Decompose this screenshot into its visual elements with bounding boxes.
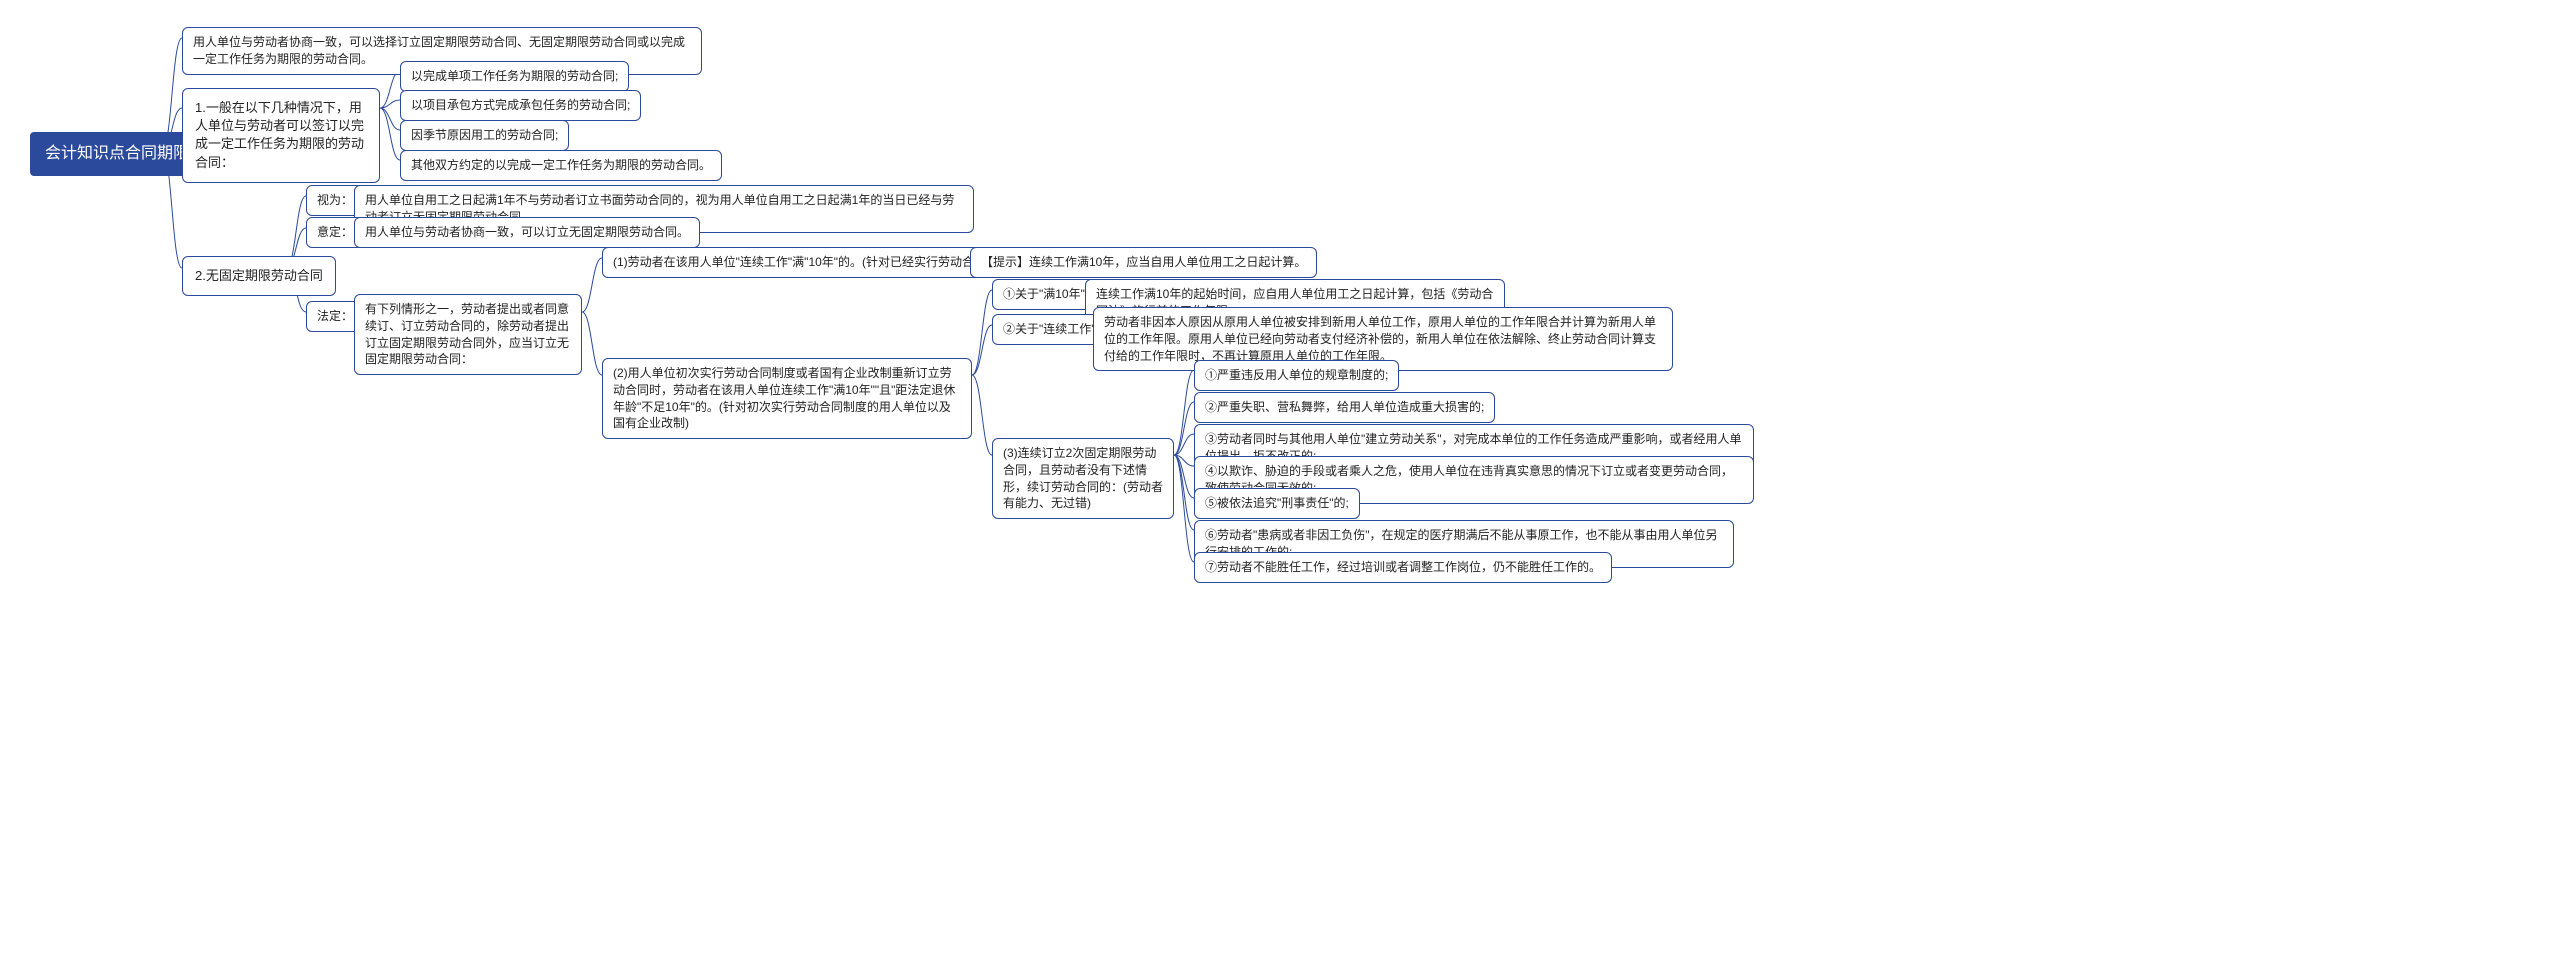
fd2b-text: 劳动者非因本人原因从原用人单位被安排到新用人单位工作，原用人单位的工作年限合并计… — [1104, 314, 1662, 364]
yueding-text: 用人单位与劳动者协商一致，可以订立无固定期限劳动合同。 — [365, 224, 689, 241]
fd3-2-node[interactable]: ②严重失职、营私舞弊，给用人单位造成重大损害的; — [1194, 392, 1495, 423]
fd1-tip-text: 【提示】连续工作满10年，应当自用人单位用工之日起计算。 — [981, 254, 1306, 271]
fd3-text: (3)连续订立2次固定期限劳动合同，且劳动者没有下述情形，续订劳动合同的：(劳动… — [1003, 445, 1163, 512]
fd3-node[interactable]: (3)连续订立2次固定期限劳动合同，且劳动者没有下述情形，续订劳动合同的：(劳动… — [992, 438, 1174, 519]
b1-c3-node[interactable]: 因季节原因用工的劳动合同; — [400, 120, 569, 151]
fd2-text: (2)用人单位初次实行劳动合同制度或者国有企业改制重新订立劳动合同时，劳动者在该… — [613, 365, 961, 432]
fd3-5-node[interactable]: ⑤被依法追究"刑事责任"的; — [1194, 488, 1360, 519]
root-label: 会计知识点合同期限 — [45, 143, 189, 165]
shiwei-label: 视为： — [317, 192, 353, 209]
fd3-7-node[interactable]: ⑦劳动者不能胜任工作，经过培训或者调整工作岗位，仍不能胜任工作的。 — [1194, 552, 1612, 583]
yueding-text-node[interactable]: 用人单位与劳动者协商一致，可以订立无固定期限劳动合同。 — [354, 217, 700, 248]
fd3-5-text: ⑤被依法追究"刑事责任"的; — [1205, 495, 1349, 512]
fading-label: 法定： — [317, 308, 353, 325]
b1-c1-node[interactable]: 以完成单项工作任务为期限的劳动合同; — [400, 61, 629, 92]
fading-text-node[interactable]: 有下列情形之一，劳动者提出或者同意续订、订立劳动合同的，除劳动者提出订立固定期限… — [354, 294, 582, 375]
fd2b-label: ②关于"连续工作"： — [1003, 321, 1108, 338]
fading-text: 有下列情形之一，劳动者提出或者同意续订、订立劳动合同的，除劳动者提出订立固定期限… — [365, 301, 571, 368]
root-node[interactable]: 会计知识点合同期限 — [30, 132, 204, 176]
fd3-1-text: ①严重违反用人单位的规章制度的; — [1205, 367, 1388, 384]
b1-c2-text: 以项目承包方式完成承包任务的劳动合同; — [411, 97, 630, 114]
b1-c4-node[interactable]: 其他双方约定的以完成一定工作任务为期限的劳动合同。 — [400, 150, 722, 181]
fd3-1-node[interactable]: ①严重违反用人单位的规章制度的; — [1194, 360, 1399, 391]
b1-title-node[interactable]: 1.一般在以下几种情况下，用人单位与劳动者可以签订以完成一定工作任务为期限的劳动… — [182, 88, 380, 183]
fd1-tip-node[interactable]: 【提示】连续工作满10年，应当自用人单位用工之日起计算。 — [970, 247, 1317, 278]
b1-title-text: 1.一般在以下几种情况下，用人单位与劳动者可以签订以完成一定工作任务为期限的劳动… — [195, 99, 367, 172]
b2-title-node[interactable]: 2.无固定期限劳动合同 — [182, 256, 336, 296]
b1-c4-text: 其他双方约定的以完成一定工作任务为期限的劳动合同。 — [411, 157, 711, 174]
b1-c2-node[interactable]: 以项目承包方式完成承包任务的劳动合同; — [400, 90, 641, 121]
fd3-2-text: ②严重失职、营私舞弊，给用人单位造成重大损害的; — [1205, 399, 1484, 416]
fd2-node[interactable]: (2)用人单位初次实行劳动合同制度或者国有企业改制重新订立劳动合同时，劳动者在该… — [602, 358, 972, 439]
b1-c1-text: 以完成单项工作任务为期限的劳动合同; — [411, 68, 618, 85]
yueding-label: 意定： — [317, 224, 353, 241]
fd3-7-text: ⑦劳动者不能胜任工作，经过培训或者调整工作岗位，仍不能胜任工作的。 — [1205, 559, 1601, 576]
b1-c3-text: 因季节原因用工的劳动合同; — [411, 127, 558, 144]
fd2a-label: ①关于"满10年"： — [1003, 286, 1097, 303]
b2-title-text: 2.无固定期限劳动合同 — [195, 267, 323, 285]
